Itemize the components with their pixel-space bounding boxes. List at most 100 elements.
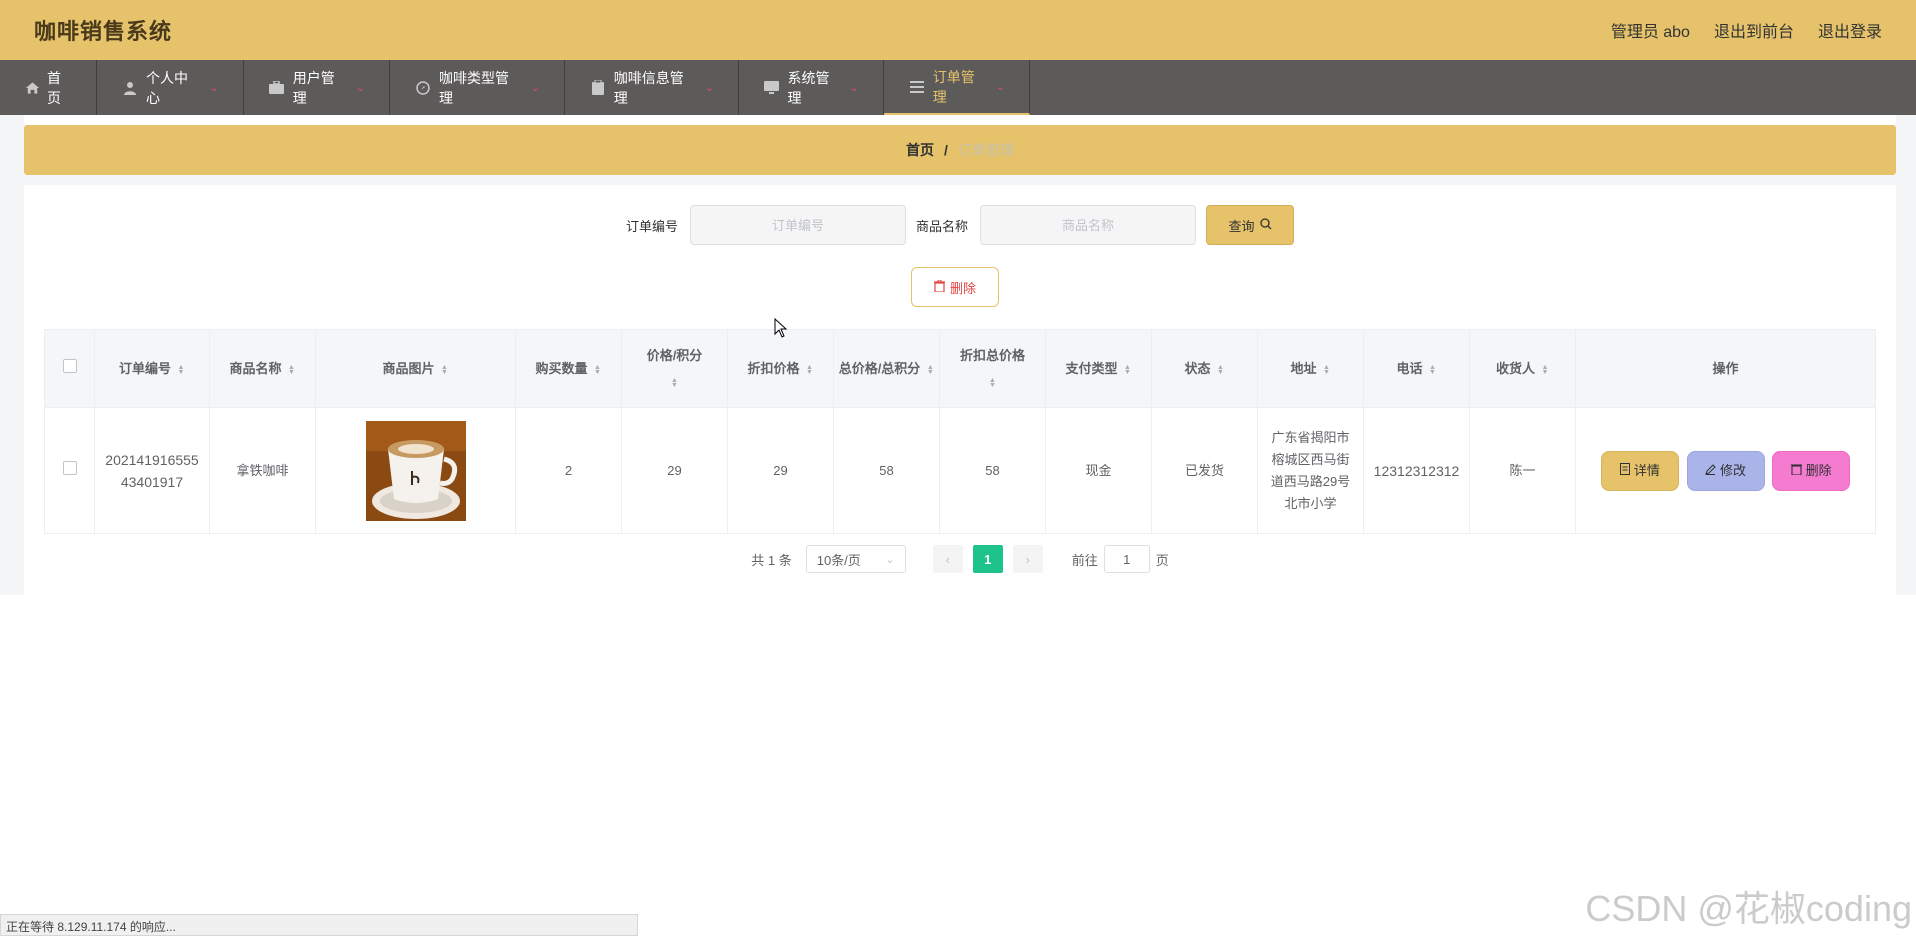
order-no-input[interactable] [690,205,906,245]
nav-label: 首页 [47,69,62,106]
nav-item-home[interactable]: 首页 [0,60,97,115]
discount-total-cell: 58 [939,407,1046,534]
nav-item-system-management[interactable]: 系统管理 ⌄ [739,60,884,115]
column-label: 商品名称 [229,361,282,376]
breadcrumb-current: 订单管理 [957,142,1014,158]
phone: 12312312312 [1373,462,1460,479]
breadcrumb-home[interactable]: 首页 [906,140,934,160]
order-no-label: 订单编号 [625,218,678,234]
main-nav: 首页 个人中心 ⌄ 用户管理 ⌄ 咖啡类型管理 ⌄ 咖啡信息管理 ⌄ 系统管理 … [0,60,1916,115]
sort-icon: ▲ ▼ [989,377,996,390]
page-number-button[interactable]: 1 [972,545,1003,573]
row-select-cell [44,407,95,534]
status-cell: 已发货 [1151,407,1258,534]
select-all-checkbox[interactable] [62,359,77,373]
detail-button[interactable]: 详情 [1600,450,1679,491]
exit-to-frontend-link[interactable]: 退出到前台 [1714,18,1794,42]
monitor-icon [763,79,780,97]
column-header[interactable]: 电话 ▲ ▼ [1363,329,1470,408]
clipboard-icon [589,79,607,97]
column-header[interactable]: 状态 ▲ ▼ [1151,329,1258,408]
sort-icon: ▲ ▼ [1429,363,1436,376]
nav-item-coffee-info-management[interactable]: 咖啡信息管理 ⌄ [565,60,739,115]
edit-label: 修改 [1719,462,1746,478]
chevron-down-icon: ⌄ [530,82,540,94]
sort-icon: ▲ ▼ [1124,363,1131,376]
chevron-down-icon: ⌄ [355,82,365,94]
column-label: 地址 [1290,361,1317,376]
admin-user-link[interactable]: 管理员 abo [1611,18,1690,42]
column-header[interactable]: 订单编号 ▲ ▼ [94,329,210,408]
app-title: 咖啡销售系统 [34,19,173,44]
column-header[interactable]: 地址 ▲ ▼ [1257,329,1364,408]
browser-status-bar: 正在等待 8.129.11.174 的响应... [0,914,638,936]
next-page-button[interactable]: › [1012,545,1043,573]
chevron-down-icon: ⌄ [209,82,219,94]
column-label: 电话 [1396,361,1423,376]
coffee-product-image[interactable] [365,420,466,521]
order-table: 订单编号 ▲ ▼ 商品名称 ▲ ▼ 商品图片 ▲ ▼ 购买数量 ▲ ▼ 价格/积分 ▲ ▼ 折扣价格… [44,329,1876,534]
column-header[interactable]: 支付类型 ▲ ▼ [1045,329,1152,408]
column-label: 折扣总价格 [959,347,1025,363]
phone-cell: 12312312312 [1363,407,1470,534]
breadcrumb: 首页 / 订单管理 [24,125,1896,175]
batch-delete-button[interactable]: 删除 [911,267,999,307]
column-label: 操作 [1712,361,1739,376]
nav-item-user-management[interactable]: 用户管理 ⌄ [244,60,390,115]
sort-icon: ▲ ▼ [806,363,813,376]
sort-icon: ▲ ▼ [1323,363,1330,376]
pagination: 共 1 条 10条/页 ⌄ ‹ 1 › 前往 页 [24,545,1896,573]
edit-button[interactable]: 修改 [1686,450,1765,491]
chevron-down-icon: ⌄ [704,82,714,94]
column-header[interactable]: 折扣总价格 ▲ ▼ [939,329,1046,408]
column-label: 购买数量 [535,361,588,376]
logout-link[interactable]: 退出登录 [1818,18,1882,42]
sort-icon: ▲ ▼ [288,363,295,376]
sort-icon: ▲ ▼ [594,363,601,376]
goto-page-input[interactable] [1103,545,1150,573]
watermark: CSDN @花椒coding [1585,888,1912,929]
product-name-input[interactable] [980,205,1197,245]
actions-cell: 详情 修改 删除 [1575,407,1876,534]
order-panel: 订单编号 商品名称 查询 删除 订单编号 ▲▼ 商品名称 ▲▼ 商品图片 ▲▼ 购买数… [24,185,1896,595]
sort-icon: ▲ ▼ [1541,363,1549,376]
column-header[interactable]: 商品图片 ▲ ▼ [315,329,516,408]
nav-label: 用户管理 [292,69,335,106]
column-header[interactable]: 总价格/总积分 ▲ ▼ [833,329,940,408]
sort-icon: ▲ ▼ [926,363,934,376]
nav-item-order-management[interactable]: 订单管理 ⌄ [884,60,1030,115]
nav-item-personal-center[interactable]: 个人中心 ⌄ [97,60,244,115]
delete-row-button[interactable]: 删除 [1772,450,1851,491]
table-row: 20214191655543401917 拿铁咖啡 2 29 29 58 58 … [44,407,1876,534]
column-header[interactable]: 商品名称 ▲ ▼ [209,329,316,408]
detail-label: 详情 [1633,462,1660,478]
chevron-down-icon: ⌄ [995,81,1005,93]
query-button-label: 查询 [1228,218,1255,234]
nav-item-coffee-type-management[interactable]: 咖啡类型管理 ⌄ [390,60,565,115]
pay-type-cell: 现金 [1045,407,1152,534]
page-size-value: 10条/页 [816,552,861,568]
trash-icon [933,279,945,295]
home-icon [24,79,40,97]
batch-delete-label: 删除 [949,280,976,296]
order-no-cell: 20214191655543401917 [94,407,210,534]
column-label: 总价格/总积分 [838,361,921,376]
prev-page-button[interactable]: ‹ [932,545,963,573]
address: 广东省揭阳市榕城区西马街道西马路29号北市小学 [1270,429,1351,511]
sort-icon: ▲ ▼ [671,377,678,390]
column-label: 折扣价格 [747,361,800,376]
query-button[interactable]: 查询 [1206,205,1295,245]
table-header-row: 订单编号 ▲ ▼ 商品名称 ▲ ▼ 商品图片 ▲ ▼ 购买数量 ▲ ▼ 价格/积分 ▲ ▼ 折扣价格… [44,329,1876,408]
nav-label: 订单管理 [932,68,975,105]
goto-suffix: 页 [1155,552,1169,568]
column-header[interactable]: 折扣价格 ▲ ▼ [727,329,834,408]
order-no: 20214191655543401917 [105,451,199,490]
total-price-cell: 58 [833,407,940,534]
column-header[interactable]: 价格/积分 ▲ ▼ [621,329,728,408]
nav-label: 系统管理 [787,69,830,106]
page-background [1896,115,1916,595]
page-size-select[interactable]: 10条/页 ⌄ [805,545,906,573]
row-checkbox[interactable] [62,460,77,475]
column-header[interactable]: 购买数量 ▲ ▼ [515,329,622,408]
column-header[interactable]: 收货人 ▲ ▼ [1469,329,1576,408]
